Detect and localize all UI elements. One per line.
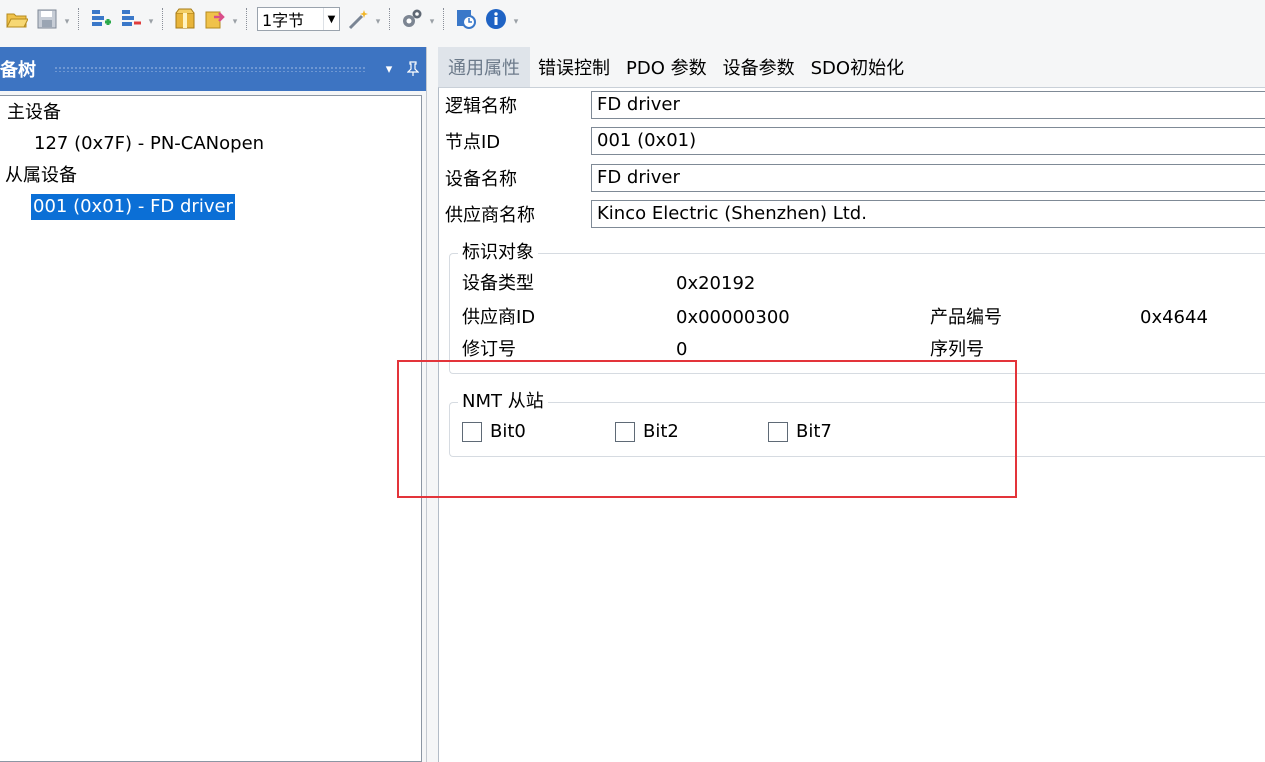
- logical-name-row: 逻辑名称 FD driver: [445, 90, 1265, 120]
- export-icon[interactable]: [203, 7, 227, 31]
- tab-pdo-params[interactable]: PDO 参数: [618, 47, 715, 87]
- device-name-field[interactable]: FD driver: [591, 164, 1265, 192]
- pin-icon[interactable]: [402, 58, 424, 80]
- byte-size-value: 1字节: [262, 11, 305, 30]
- toolbar-separator: [162, 8, 164, 30]
- chevron-down-icon[interactable]: ▾: [230, 7, 240, 31]
- clock-refresh-icon[interactable]: [454, 7, 478, 31]
- chevron-down-icon[interactable]: ▾: [373, 7, 383, 31]
- device-tree[interactable]: 主设备 127 (0x7F) - PN-CANopen 从属设备 001 (0x…: [0, 95, 422, 762]
- chevron-down-icon[interactable]: ▾: [62, 7, 72, 31]
- toolbar-separator: [389, 8, 391, 30]
- device-type-value: 0x20192: [676, 273, 756, 294]
- byte-size-select[interactable]: 1字节 ▼: [257, 7, 340, 31]
- panel-menu-chevron-icon[interactable]: ▾: [378, 58, 400, 80]
- vendor-name-field[interactable]: Kinco Electric (Shenzhen) Ltd.: [591, 200, 1265, 228]
- open-folder-icon[interactable]: [5, 7, 29, 31]
- app-window: ▾ ▾ ▾ 1字节 ▼ ▾ ▾ ▾ 备树 ▾ 主设备 127 (0x7F) - …: [0, 0, 1265, 762]
- device-tree-header: 备树 ▾: [0, 47, 426, 91]
- device-tree-title: 备树: [0, 60, 36, 81]
- tab-sdo-init[interactable]: SDO初始化: [803, 47, 912, 87]
- toolbar: ▾ ▾ ▾ 1字节 ▼ ▾ ▾ ▾: [0, 0, 1265, 38]
- chevron-down-icon[interactable]: ▾: [511, 7, 521, 31]
- identity-object-title: 标识对象: [458, 241, 538, 265]
- tree-node-slave-device[interactable]: 001 (0x01) - FD driver: [31, 194, 235, 220]
- product-code-label: 产品编号: [930, 307, 1002, 328]
- vendor-id-label: 供应商ID: [462, 307, 536, 328]
- logical-name-field[interactable]: FD driver: [591, 91, 1265, 119]
- device-type-label: 设备类型: [462, 273, 534, 294]
- chevron-down-icon[interactable]: ▾: [146, 7, 156, 31]
- vendor-name-row: 供应商名称 Kinco Electric (Shenzhen) Ltd.: [445, 199, 1265, 229]
- tree-node-master[interactable]: 主设备: [7, 100, 61, 126]
- node-id-row: 节点ID 001 (0x01): [445, 126, 1265, 156]
- device-tree-panel: 备树 ▾ 主设备 127 (0x7F) - PN-CANopen 从属设备 00…: [0, 47, 430, 762]
- save-icon[interactable]: [35, 7, 59, 31]
- drag-grip[interactable]: [54, 66, 366, 72]
- chevron-down-icon[interactable]: ▼: [323, 8, 339, 30]
- info-icon[interactable]: [484, 7, 508, 31]
- tree-node-slaves[interactable]: 从属设备: [5, 163, 77, 189]
- device-name-label: 设备名称: [445, 169, 517, 190]
- node-id-field[interactable]: 001 (0x01): [591, 127, 1265, 155]
- tab-error-control[interactable]: 错误控制: [530, 47, 618, 87]
- tree-node-master-device[interactable]: 127 (0x7F) - PN-CANopen: [34, 131, 264, 157]
- revision-label: 修订号: [462, 339, 516, 360]
- toolbar-separator: [443, 8, 445, 30]
- product-code-value: 0x4644: [1140, 307, 1208, 328]
- add-slave-icon[interactable]: [89, 7, 113, 31]
- toolbar-separator: [78, 8, 80, 30]
- remove-slave-icon[interactable]: [119, 7, 143, 31]
- tab-general[interactable]: 通用属性: [438, 47, 530, 87]
- vendor-id-value: 0x00000300: [676, 307, 790, 328]
- annotation-highlight-box: [397, 360, 1017, 498]
- identity-object-group: 标识对象 设备类型 0x20192 供应商ID 0x00000300 产品编号 …: [449, 241, 1265, 374]
- gear-icon[interactable]: [400, 7, 424, 31]
- vendor-name-label: 供应商名称: [445, 205, 535, 226]
- tab-device-params[interactable]: 设备参数: [715, 47, 803, 87]
- chevron-down-icon[interactable]: ▾: [427, 7, 437, 31]
- node-id-label: 节点ID: [445, 132, 501, 153]
- serial-label: 序列号: [930, 339, 984, 360]
- logical-name-label: 逻辑名称: [445, 96, 517, 117]
- tab-bar: 通用属性 错误控制 PDO 参数 设备参数 SDO初始化: [438, 47, 912, 87]
- wand-icon[interactable]: [346, 7, 370, 31]
- device-name-row: 设备名称 FD driver: [445, 163, 1265, 193]
- revision-value: 0: [676, 339, 688, 360]
- package-icon[interactable]: [173, 7, 197, 31]
- toolbar-separator: [246, 8, 248, 30]
